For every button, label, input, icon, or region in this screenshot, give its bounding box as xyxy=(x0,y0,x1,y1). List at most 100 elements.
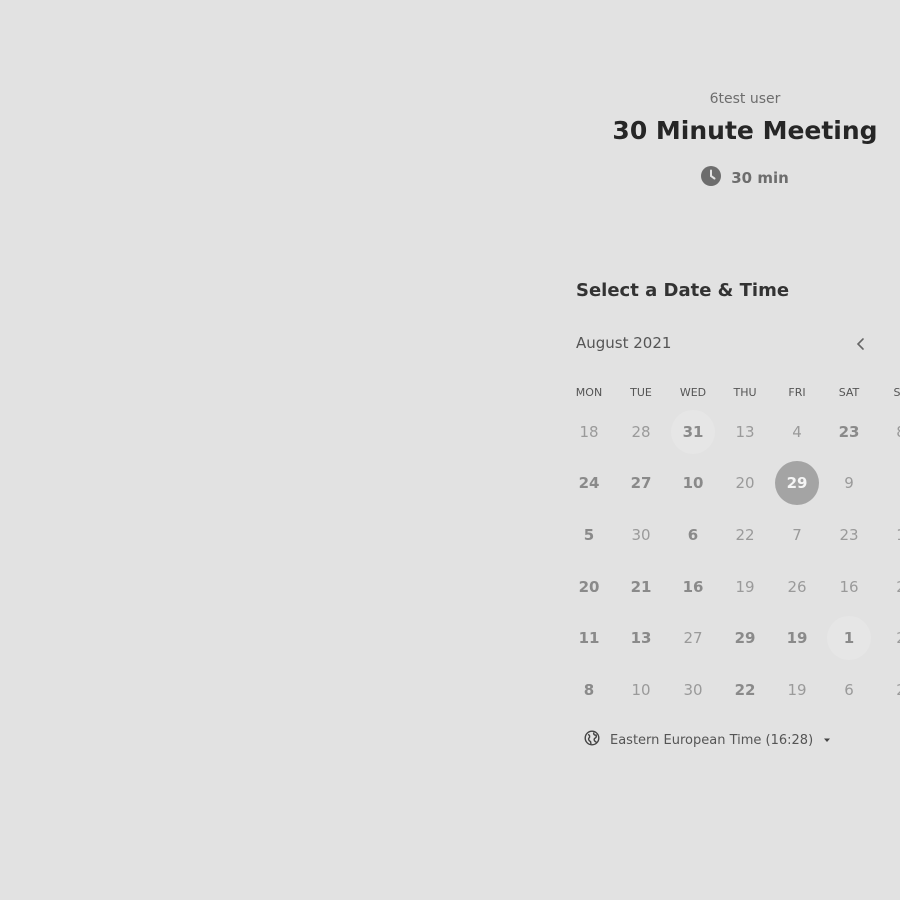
calendar-day: 2 xyxy=(875,561,900,613)
calendar-day: 16 xyxy=(823,561,875,613)
weekday-label: MON xyxy=(575,385,603,399)
day-number: 29 xyxy=(775,461,819,506)
day-number: 21 xyxy=(630,577,652,596)
calendar-day: 22 xyxy=(719,509,771,561)
day-number: 22 xyxy=(735,525,755,544)
day-number: 27 xyxy=(630,474,652,493)
day-number: 18 xyxy=(579,422,599,441)
calendar-day: 28 xyxy=(615,406,667,458)
calendar-day xyxy=(875,458,900,510)
calendar-day: 4 xyxy=(771,406,823,458)
timezone-label: Eastern European Time (16:28) xyxy=(610,732,814,748)
host-name: 6test user xyxy=(709,91,781,107)
month-navigation: August 2021 xyxy=(576,334,900,356)
day-number: 6 xyxy=(687,525,699,544)
calendar-day[interactable]: 21 xyxy=(615,561,667,613)
calendar-day[interactable]: 31 xyxy=(667,406,719,458)
weekday-label: FRI xyxy=(788,385,806,399)
day-number: 2 xyxy=(879,565,900,609)
duration-label: 30 min xyxy=(731,169,789,187)
calendar-day: 1 xyxy=(875,509,900,561)
calendar: MONTUEWEDTHUFRISATSU 1828311342382427102… xyxy=(563,378,900,716)
event-duration: 30 min xyxy=(590,166,900,190)
weekday-label: THU xyxy=(733,385,757,399)
day-number: 1 xyxy=(879,513,900,557)
calendar-day[interactable]: 13 xyxy=(615,612,667,664)
day-number: 22 xyxy=(734,680,756,699)
weekday-header: MON TUE WED THU FRI SAT SU xyxy=(563,378,900,406)
day-number: 10 xyxy=(682,474,704,493)
day-number: 24 xyxy=(578,474,600,493)
scheduling-page: 6test user 30 Minute Meeting 30 min Sele… xyxy=(0,0,900,900)
calendar-day[interactable]: 29 xyxy=(719,612,771,664)
day-number: 20 xyxy=(735,474,755,493)
event-title: 30 Minute Meeting xyxy=(612,116,878,145)
weekday-label: SAT xyxy=(838,385,860,399)
calendar-day: 27 xyxy=(667,612,719,664)
calendar-day[interactable]: 10 xyxy=(667,458,719,510)
calendar-day[interactable]: 27 xyxy=(615,458,667,510)
calendar-day: 2 xyxy=(875,612,900,664)
calendar-day[interactable]: 24 xyxy=(563,458,615,510)
day-number: 23 xyxy=(838,422,860,441)
day-number: 23 xyxy=(839,525,859,544)
day-number: 7 xyxy=(792,525,802,544)
calendar-grid: 1828311342382427102029953062272312021161… xyxy=(563,406,900,716)
selected-day[interactable]: 29 xyxy=(771,458,823,510)
section-title: Select a Date & Time xyxy=(576,280,790,301)
weekday-label: WED xyxy=(679,385,707,399)
calendar-day: 10 xyxy=(615,664,667,716)
day-number: 8 xyxy=(583,680,595,699)
day-number: 31 xyxy=(671,409,715,454)
day-number: 5 xyxy=(583,525,595,544)
calendar-day: 7 xyxy=(771,509,823,561)
calendar-day: 6 xyxy=(823,664,875,716)
clock-icon xyxy=(701,166,722,190)
day-number: 26 xyxy=(787,577,807,596)
day-number: 6 xyxy=(844,680,854,699)
calendar-day: 8 xyxy=(875,406,900,458)
calendar-day: 30 xyxy=(615,509,667,561)
day-number: 30 xyxy=(683,680,703,699)
day-number: 13 xyxy=(630,629,652,648)
timezone-selector[interactable]: Eastern European Time (16:28) xyxy=(584,730,831,750)
day-number: 9 xyxy=(844,474,854,493)
calendar-day[interactable]: 8 xyxy=(563,664,615,716)
calendar-day[interactable]: 1 xyxy=(823,612,875,664)
day-number: 2 xyxy=(879,616,900,660)
calendar-day: 2 xyxy=(875,664,900,716)
calendar-day: 26 xyxy=(771,561,823,613)
weekday-label: TUE xyxy=(630,385,652,399)
calendar-day[interactable]: 19 xyxy=(771,612,823,664)
calendar-day[interactable]: 11 xyxy=(563,612,615,664)
day-number: 19 xyxy=(735,577,755,596)
caret-down-icon xyxy=(823,733,831,748)
month-label: August 2021 xyxy=(576,334,672,352)
calendar-day[interactable]: 20 xyxy=(563,561,615,613)
calendar-day[interactable]: 22 xyxy=(719,664,771,716)
day-number: 27 xyxy=(683,629,703,648)
day-number: 28 xyxy=(631,422,651,441)
day-number: 19 xyxy=(787,680,807,699)
calendar-day: 19 xyxy=(771,664,823,716)
day-number xyxy=(879,461,900,505)
day-number: 19 xyxy=(786,629,808,648)
day-number: 2 xyxy=(879,668,900,712)
previous-month-button[interactable] xyxy=(850,334,870,354)
calendar-day[interactable]: 5 xyxy=(563,509,615,561)
calendar-day[interactable]: 16 xyxy=(667,561,719,613)
calendar-day: 23 xyxy=(823,509,875,561)
weekday-label: SU xyxy=(893,385,900,399)
day-number: 1 xyxy=(827,616,871,661)
event-header: 6test user 30 Minute Meeting 30 min xyxy=(590,88,900,190)
calendar-day: 20 xyxy=(719,458,771,510)
calendar-day[interactable]: 23 xyxy=(823,406,875,458)
calendar-day: 9 xyxy=(823,458,875,510)
day-number: 20 xyxy=(578,577,600,596)
calendar-day: 19 xyxy=(719,561,771,613)
day-number: 4 xyxy=(792,422,802,441)
calendar-day: 13 xyxy=(719,406,771,458)
calendar-day: 30 xyxy=(667,664,719,716)
calendar-day[interactable]: 6 xyxy=(667,509,719,561)
day-number: 10 xyxy=(631,680,651,699)
